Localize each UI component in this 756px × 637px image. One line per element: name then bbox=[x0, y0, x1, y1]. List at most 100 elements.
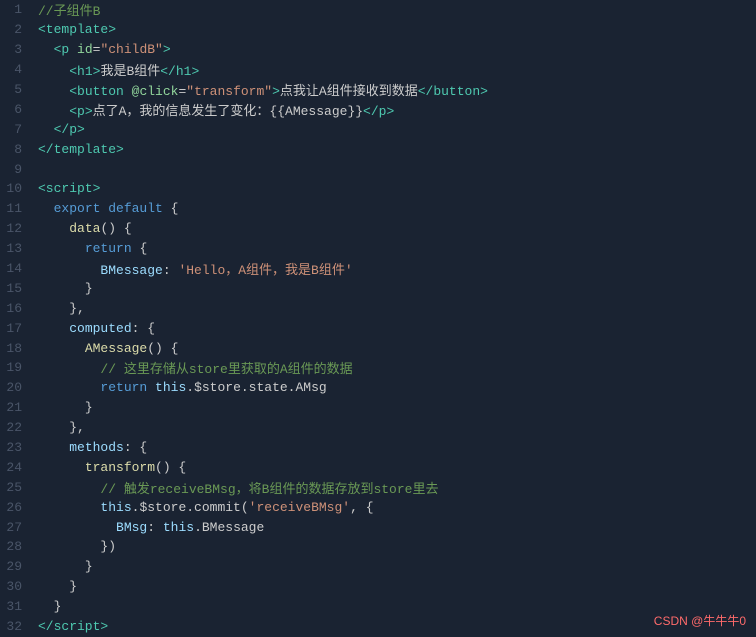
line-number: 16 bbox=[0, 301, 32, 316]
code-line: 10<script> bbox=[0, 179, 756, 199]
line-content: AMessage() { bbox=[32, 341, 756, 356]
line-content: } bbox=[32, 559, 756, 574]
line-number: 27 bbox=[0, 520, 32, 535]
code-line: 13 return { bbox=[0, 239, 756, 259]
line-content: // 这里存储从store里获取的A组件的数据 bbox=[32, 358, 756, 377]
code-line: 14 BMessage: 'Hello，A组件，我是B组件' bbox=[0, 259, 756, 279]
code-lines: 1//子组件B2<template>3 <p id="childB">4 <h1… bbox=[0, 0, 756, 637]
line-content: }) bbox=[32, 539, 756, 554]
line-number: 12 bbox=[0, 221, 32, 236]
line-number: 20 bbox=[0, 380, 32, 395]
code-line: 8</template> bbox=[0, 139, 756, 159]
line-content: this.$store.commit('receiveBMsg', { bbox=[32, 500, 756, 515]
line-content: <template> bbox=[32, 22, 756, 37]
line-content: transform() { bbox=[32, 460, 756, 475]
line-content: } bbox=[32, 281, 756, 296]
line-number: 7 bbox=[0, 122, 32, 137]
code-line: 18 AMessage() { bbox=[0, 338, 756, 358]
code-line: 11 export default { bbox=[0, 199, 756, 219]
code-line: 21 } bbox=[0, 398, 756, 418]
code-line: 28 }) bbox=[0, 537, 756, 557]
line-content: return { bbox=[32, 241, 756, 256]
code-line: 7 </p> bbox=[0, 119, 756, 139]
code-editor: 1//子组件B2<template>3 <p id="childB">4 <h1… bbox=[0, 0, 756, 637]
line-content: computed: { bbox=[32, 321, 756, 336]
code-line: 1//子组件B bbox=[0, 0, 756, 20]
line-number: 1 bbox=[0, 2, 32, 17]
line-number: 6 bbox=[0, 102, 32, 117]
line-number: 11 bbox=[0, 201, 32, 216]
line-content: } bbox=[32, 599, 756, 614]
line-number: 5 bbox=[0, 82, 32, 97]
code-line: 29 } bbox=[0, 557, 756, 577]
watermark-suffix: @牛牛牛0 bbox=[691, 614, 746, 628]
line-content: } bbox=[32, 579, 756, 594]
line-number: 31 bbox=[0, 599, 32, 614]
code-line: 30 } bbox=[0, 577, 756, 597]
line-number: 29 bbox=[0, 559, 32, 574]
code-line: 12 data() { bbox=[0, 219, 756, 239]
code-line: 20 return this.$store.state.AMsg bbox=[0, 378, 756, 398]
code-line: 27 BMsg: this.BMessage bbox=[0, 517, 756, 537]
code-line: 26 this.$store.commit('receiveBMsg', { bbox=[0, 497, 756, 517]
line-number: 8 bbox=[0, 142, 32, 157]
code-line: 19 // 这里存储从store里获取的A组件的数据 bbox=[0, 358, 756, 378]
line-number: 2 bbox=[0, 22, 32, 37]
code-line: 25 // 触发receiveBMsg，将B组件的数据存放到store里去 bbox=[0, 477, 756, 497]
line-number: 17 bbox=[0, 321, 32, 336]
line-content: <button @click="transform">点我让A组件接收到数据</… bbox=[32, 80, 756, 99]
line-number: 22 bbox=[0, 420, 32, 435]
line-number: 26 bbox=[0, 500, 32, 515]
line-content: </p> bbox=[32, 122, 756, 137]
line-number: 14 bbox=[0, 261, 32, 276]
code-line: 31 } bbox=[0, 597, 756, 617]
line-content: data() { bbox=[32, 221, 756, 236]
line-number: 3 bbox=[0, 42, 32, 57]
line-number: 4 bbox=[0, 62, 32, 77]
line-content: <h1>我是B组件</h1> bbox=[32, 60, 756, 79]
code-line: 24 transform() { bbox=[0, 457, 756, 477]
line-content: </template> bbox=[32, 142, 756, 157]
code-line: 23 methods: { bbox=[0, 438, 756, 458]
line-number: 32 bbox=[0, 619, 32, 634]
line-number: 25 bbox=[0, 480, 32, 495]
watermark: CSDN @牛牛牛0 bbox=[654, 612, 746, 629]
line-content: // 触发receiveBMsg，将B组件的数据存放到store里去 bbox=[32, 478, 756, 497]
line-content: methods: { bbox=[32, 440, 756, 455]
line-content: <p>点了A，我的信息发生了变化：{{AMessage}}</p> bbox=[32, 100, 756, 119]
line-content: </script> bbox=[32, 619, 756, 634]
line-number: 15 bbox=[0, 281, 32, 296]
code-line: 15 } bbox=[0, 278, 756, 298]
line-number: 28 bbox=[0, 539, 32, 554]
code-line: 6 <p>点了A，我的信息发生了变化：{{AMessage}}</p> bbox=[0, 99, 756, 119]
line-number: 10 bbox=[0, 181, 32, 196]
line-number: 21 bbox=[0, 400, 32, 415]
line-content: BMsg: this.BMessage bbox=[32, 520, 756, 535]
line-number: 13 bbox=[0, 241, 32, 256]
code-line: 17 computed: { bbox=[0, 318, 756, 338]
line-content: <script> bbox=[32, 181, 756, 196]
code-line: 2<template> bbox=[0, 20, 756, 40]
line-number: 9 bbox=[0, 162, 32, 177]
code-line: 22 }, bbox=[0, 418, 756, 438]
line-number: 19 bbox=[0, 360, 32, 375]
code-line: 9 bbox=[0, 159, 756, 179]
line-content: } bbox=[32, 400, 756, 415]
line-content: }, bbox=[32, 301, 756, 316]
line-content: //子组件B bbox=[32, 0, 756, 19]
code-line: 32</script> bbox=[0, 617, 756, 637]
line-content: return this.$store.state.AMsg bbox=[32, 380, 756, 395]
line-content: BMessage: 'Hello，A组件，我是B组件' bbox=[32, 259, 756, 278]
line-number: 24 bbox=[0, 460, 32, 475]
line-content: export default { bbox=[32, 201, 756, 216]
code-line: 5 <button @click="transform">点我让A组件接收到数据… bbox=[0, 80, 756, 100]
line-number: 18 bbox=[0, 341, 32, 356]
code-line: 16 }, bbox=[0, 298, 756, 318]
code-line: 4 <h1>我是B组件</h1> bbox=[0, 60, 756, 80]
line-number: 23 bbox=[0, 440, 32, 455]
watermark-prefix: CSDN bbox=[654, 614, 688, 628]
line-content: <p id="childB"> bbox=[32, 42, 756, 57]
line-content: }, bbox=[32, 420, 756, 435]
code-line: 3 <p id="childB"> bbox=[0, 40, 756, 60]
line-number: 30 bbox=[0, 579, 32, 594]
